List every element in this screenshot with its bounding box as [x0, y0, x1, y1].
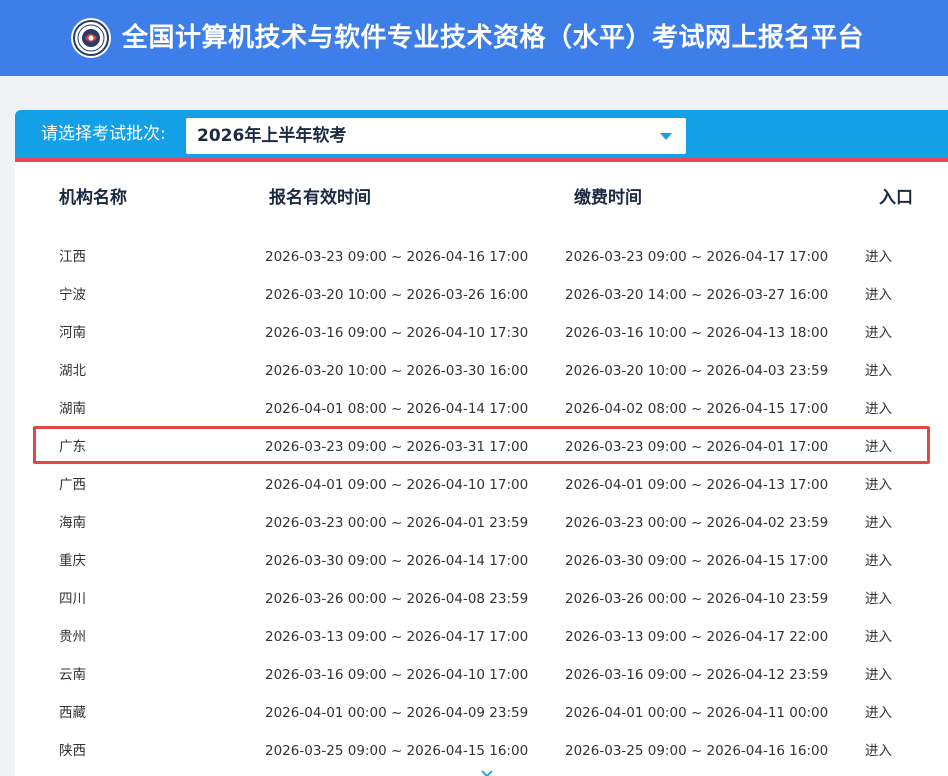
institution-name: 重庆: [59, 553, 86, 569]
enter-link[interactable]: 进入: [865, 314, 892, 352]
payment-period: 2026-04-01 09:00 ~ 2026-04-13 17:00: [565, 477, 829, 493]
enter-link[interactable]: 进入: [865, 390, 892, 428]
enter-link[interactable]: 进入: [865, 352, 892, 390]
payment-period: 2026-03-23 00:00 ~ 2026-04-02 23:59: [565, 515, 829, 531]
column-header-entry: 入口: [879, 188, 913, 208]
table-row: 河南 2026-03-16 09:00 ~ 2026-04-10 17:30 202…: [15, 314, 948, 352]
registration-period: 2026-03-30 09:00 ~ 2026-04-14 17:00: [265, 553, 529, 569]
registration-period: 2026-04-01 00:00 ~ 2026-04-09 23:59: [265, 705, 529, 721]
institution-name: 海南: [59, 515, 86, 531]
caret-down-icon[interactable]: [660, 133, 672, 140]
enter-link[interactable]: 进入: [865, 238, 892, 276]
batch-selected-value: 2026年上半年软考: [197, 126, 347, 146]
registration-period: 2026-03-20 10:00 ~ 2026-03-26 16:00: [265, 287, 529, 303]
payment-period: 2026-03-20 10:00 ~ 2026-04-03 23:59: [565, 363, 829, 379]
institution-name: 西藏: [59, 705, 86, 721]
registration-period: 2026-04-01 09:00 ~ 2026-04-10 17:00: [265, 477, 529, 493]
registration-period: 2026-03-16 09:00 ~ 2026-04-10 17:00: [265, 667, 529, 683]
institution-name: 河南: [59, 325, 86, 341]
column-header-registration: 报名有效时间: [269, 188, 371, 208]
institution-name: 贵州: [59, 629, 86, 645]
enter-link[interactable]: 进入: [865, 466, 892, 504]
batch-select[interactable]: 2026年上半年软考: [186, 118, 686, 154]
enter-link[interactable]: 进入: [865, 732, 892, 770]
payment-period: 2026-03-25 09:00 ~ 2026-04-16 16:00: [565, 743, 829, 759]
payment-period: 2026-03-20 14:00 ~ 2026-03-27 16:00: [565, 287, 829, 303]
table-row: 湖南 2026-04-01 08:00 ~ 2026-04-14 17:00 202…: [15, 390, 948, 428]
site-title: 全国计算机技术与软件专业技术资格（水平）考试网上报名平台: [122, 23, 865, 53]
emblem-logo-icon[interactable]: [71, 18, 111, 58]
payment-period: 2026-03-30 09:00 ~ 2026-04-15 17:00: [565, 553, 829, 569]
column-header-name: 机构名称: [59, 188, 127, 208]
site-header: 全国计算机技术与软件专业技术资格（水平）考试网上报名平台: [0, 0, 948, 76]
institution-name: 广西: [59, 477, 86, 493]
registration-period: 2026-03-23 09:00 ~ 2026-03-31 17:00: [265, 439, 529, 455]
institution-name: 湖北: [59, 363, 86, 379]
table-row: 贵州 2026-03-13 09:00 ~ 2026-04-17 17:00 202…: [15, 618, 948, 656]
table-row: 广东 2026-03-23 09:00 ~ 2026-03-31 17:00 202…: [15, 428, 948, 466]
table-row: 湖北 2026-03-20 10:00 ~ 2026-03-30 16:00 202…: [15, 352, 948, 390]
payment-period: 2026-03-16 10:00 ~ 2026-04-13 18:00: [565, 325, 829, 341]
payment-period: 2026-03-13 09:00 ~ 2026-04-17 22:00: [565, 629, 829, 645]
enter-link[interactable]: 进入: [865, 276, 892, 314]
table-row: 广西 2026-04-01 09:00 ~ 2026-04-10 17:00 202…: [15, 466, 948, 504]
enter-link[interactable]: 进入: [865, 428, 892, 466]
registration-period: 2026-03-20 10:00 ~ 2026-03-30 16:00: [265, 363, 529, 379]
enter-link[interactable]: 进入: [865, 580, 892, 618]
payment-period: 2026-03-23 09:00 ~ 2026-04-01 17:00: [565, 439, 829, 455]
registration-period: 2026-03-23 09:00 ~ 2026-04-16 17:00: [265, 249, 529, 265]
enter-link[interactable]: 进入: [865, 542, 892, 580]
institution-name: 江西: [59, 249, 86, 265]
enter-link[interactable]: 进入: [865, 656, 892, 694]
batch-bar: 请选择考试批次: 2026年上半年软考: [15, 110, 948, 162]
registration-panel: 请选择考试批次: 2026年上半年软考 机构名称 报名有效时间 缴费时间 入口 …: [15, 110, 948, 776]
registration-period: 2026-03-13 09:00 ~ 2026-04-17 17:00: [265, 629, 529, 645]
chevron-down-icon[interactable]: [481, 768, 493, 776]
payment-period: 2026-03-23 09:00 ~ 2026-04-17 17:00: [565, 249, 829, 265]
payment-period: 2026-04-02 08:00 ~ 2026-04-15 17:00: [565, 401, 829, 417]
column-header-payment: 缴费时间: [574, 188, 642, 208]
institution-name: 云南: [59, 667, 86, 683]
table-row: 重庆 2026-03-30 09:00 ~ 2026-04-14 17:00 202…: [15, 542, 948, 580]
enter-link[interactable]: 进入: [865, 618, 892, 656]
table-row: 陕西 2026-03-25 09:00 ~ 2026-04-15 16:00 202…: [15, 732, 948, 770]
institution-name: 宁波: [59, 287, 86, 303]
registration-period: 2026-03-25 09:00 ~ 2026-04-15 16:00: [265, 743, 529, 759]
table-row: 江西 2026-03-23 09:00 ~ 2026-04-16 17:00 202…: [15, 238, 948, 276]
table-row: 海南 2026-03-23 00:00 ~ 2026-04-01 23:59 202…: [15, 504, 948, 542]
batch-label: 请选择考试批次:: [41, 124, 166, 144]
institution-name: 陕西: [59, 743, 86, 759]
enter-link[interactable]: 进入: [865, 694, 892, 732]
table-row: 云南 2026-03-16 09:00 ~ 2026-04-10 17:00 202…: [15, 656, 948, 694]
table-row: 宁波 2026-03-20 10:00 ~ 2026-03-26 16:00 202…: [15, 276, 948, 314]
registration-period: 2026-03-16 09:00 ~ 2026-04-10 17:30: [265, 325, 529, 341]
institution-name: 四川: [59, 591, 86, 607]
institution-name: 广东: [59, 439, 86, 455]
table-row: 西藏 2026-04-01 00:00 ~ 2026-04-09 23:59 202…: [15, 694, 948, 732]
enter-link[interactable]: 进入: [865, 504, 892, 542]
payment-period: 2026-03-16 09:00 ~ 2026-04-12 23:59: [565, 667, 829, 683]
payment-period: 2026-03-26 00:00 ~ 2026-04-10 23:59: [565, 591, 829, 607]
table-row: 四川 2026-03-26 00:00 ~ 2026-04-08 23:59 202…: [15, 580, 948, 618]
institution-name: 湖南: [59, 401, 86, 417]
registration-period: 2026-03-23 00:00 ~ 2026-04-01 23:59: [265, 515, 529, 531]
registration-period: 2026-03-26 00:00 ~ 2026-04-08 23:59: [265, 591, 529, 607]
registration-period: 2026-04-01 08:00 ~ 2026-04-14 17:00: [265, 401, 529, 417]
payment-period: 2026-04-01 00:00 ~ 2026-04-11 00:00: [565, 705, 829, 721]
